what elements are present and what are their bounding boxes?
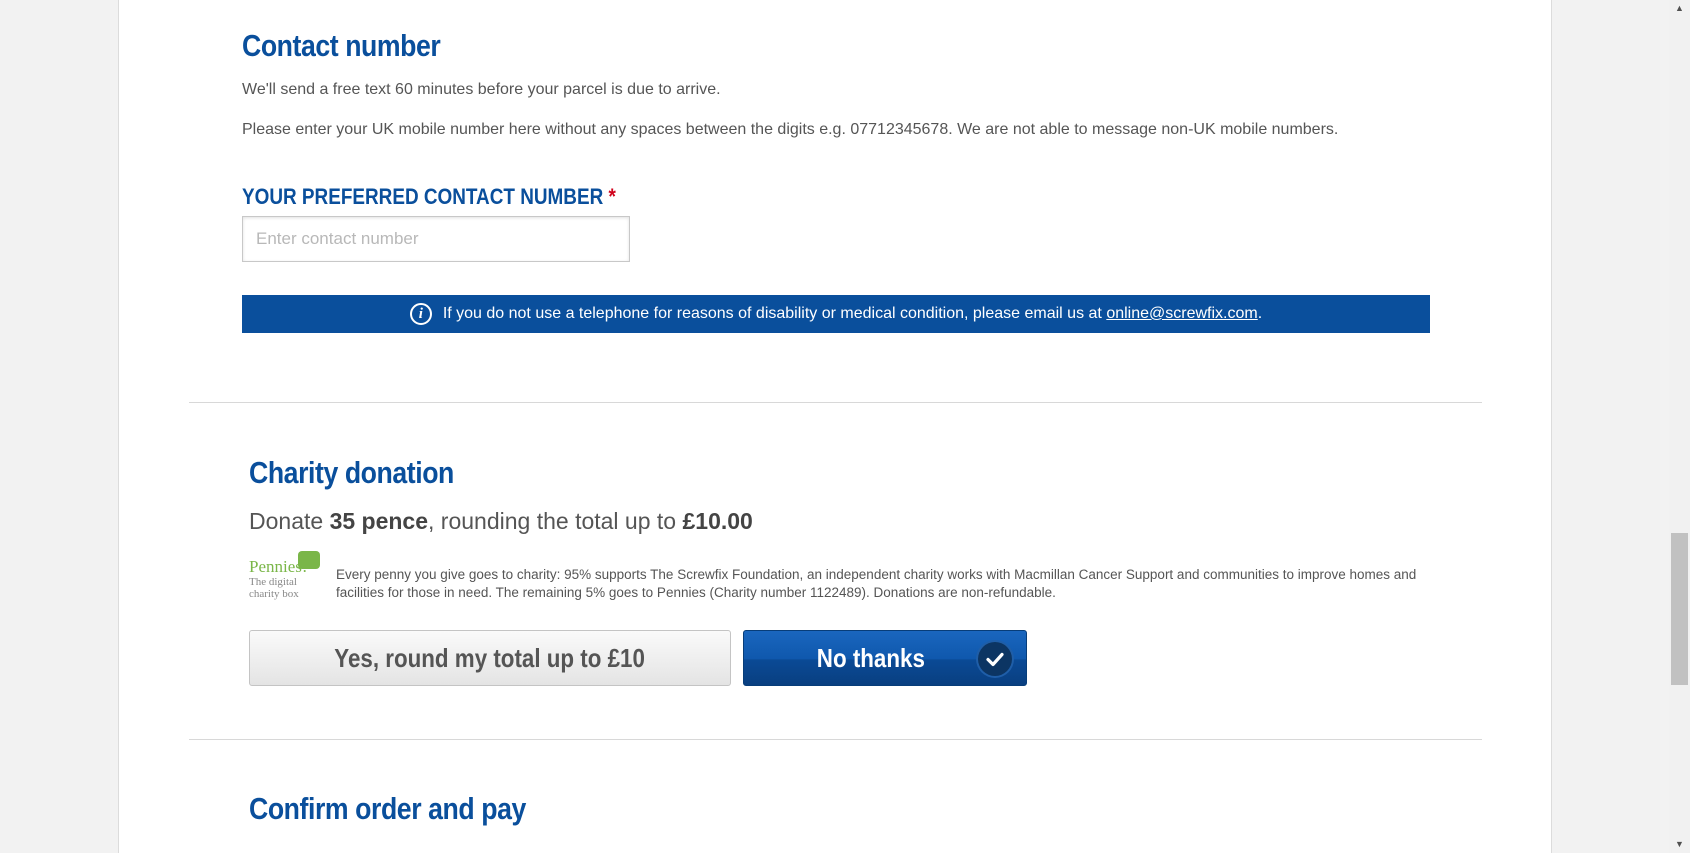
info-text-end: . bbox=[1257, 305, 1263, 322]
pennies-logo: Pennies! The digital charity box bbox=[249, 551, 320, 600]
charity-donation-heading: Charity donation bbox=[249, 455, 454, 490]
contact-number-label-text: YOUR PREFERRED CONTACT NUMBER bbox=[242, 184, 604, 209]
round-up-yes-button[interactable]: Yes, round my total up to £10 bbox=[249, 630, 731, 686]
accessibility-info-banner: i If you do not use a telephone for reas… bbox=[242, 295, 1430, 333]
contact-number-label: YOUR PREFERRED CONTACT NUMBER * bbox=[242, 184, 616, 210]
pennies-logo-tagline-1: The digital bbox=[249, 576, 297, 588]
section-divider bbox=[189, 402, 1482, 403]
donate-middle-text: , rounding the total up to bbox=[428, 508, 677, 534]
scrollbar-thumb[interactable] bbox=[1671, 533, 1688, 685]
contact-number-heading: Contact number bbox=[242, 28, 441, 63]
accessibility-info-text: If you do not use a telephone for reason… bbox=[442, 305, 1102, 322]
donation-amount: 35 pence bbox=[329, 508, 429, 534]
required-asterisk: * bbox=[608, 184, 616, 209]
donation-summary: Donate 35 pence, rounding the total up t… bbox=[249, 508, 753, 535]
pennies-logo-name: Pennies! bbox=[249, 557, 308, 576]
confirm-order-heading: Confirm order and pay bbox=[249, 791, 526, 826]
contact-number-input[interactable] bbox=[242, 216, 630, 262]
text-alert-info: We'll send a free text 60 minutes before… bbox=[242, 81, 721, 98]
pennies-logo-tagline-2: charity box bbox=[249, 588, 299, 600]
section-divider bbox=[189, 739, 1482, 740]
support-email-link[interactable]: online@screwfix.com bbox=[1106, 305, 1257, 323]
donate-prefix: Donate bbox=[249, 508, 324, 534]
scroll-up-arrow-icon[interactable]: ▲ bbox=[1669, 0, 1690, 17]
vertical-scrollbar[interactable]: ▲ ▼ bbox=[1669, 0, 1690, 853]
rounded-total: £10.00 bbox=[682, 508, 753, 534]
checkout-page: Contact number We'll send a free text 60… bbox=[118, 0, 1552, 853]
charity-description: Every penny you give goes to charity: 95… bbox=[336, 567, 1417, 600]
mobile-number-instructions: Please enter your UK mobile number here … bbox=[242, 121, 1339, 138]
round-up-yes-label: Yes, round my total up to £10 bbox=[334, 642, 646, 673]
checkmark-icon bbox=[978, 642, 1012, 676]
no-thanks-label: No thanks bbox=[816, 642, 926, 673]
scroll-down-arrow-icon[interactable]: ▼ bbox=[1669, 836, 1690, 853]
no-thanks-button[interactable]: No thanks bbox=[743, 630, 1027, 686]
info-icon: i bbox=[409, 303, 432, 325]
